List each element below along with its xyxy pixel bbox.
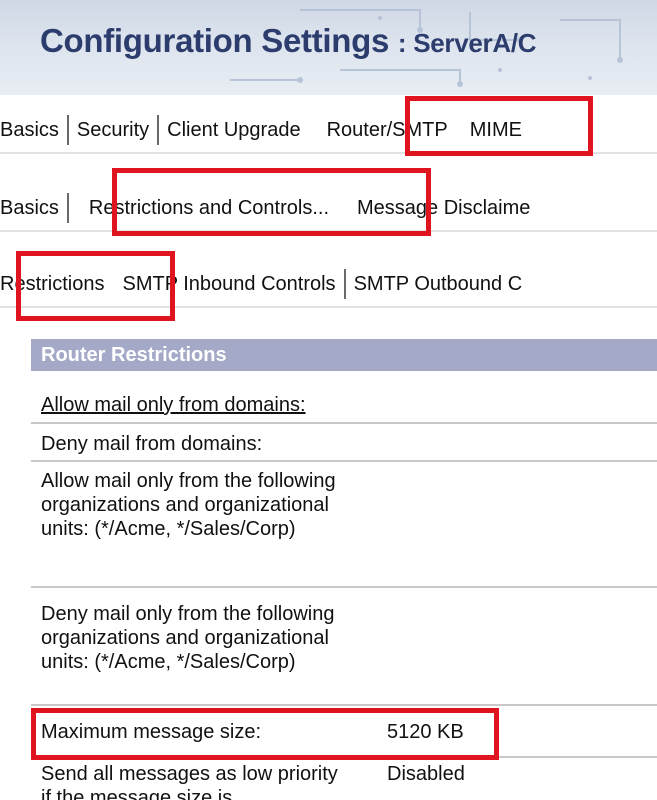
tab-separator [66,193,69,223]
tab-separator [66,115,69,145]
field-row-deny-organizations: Deny mail only from the following organi… [31,590,657,706]
field-row-deny-domains: Deny mail from domains: [31,426,657,462]
field-label: Deny mail from domains: [41,433,263,455]
tab-separator [157,115,160,145]
field-label: Allow mail only from the following organ… [41,470,336,540]
max-message-size-value: 5120 KB [387,721,464,743]
restrictions-subtab-row: Restrictions SMTP Inbound Controls SMTP … [0,264,528,304]
tab-row-divider [0,152,657,154]
tab-separator [343,269,346,299]
field-value: Disabled [387,763,465,785]
subtab-restrictions-and-controls[interactable]: Restrictions and Controls... [83,197,335,220]
tab-client-upgrade[interactable]: Client Upgrade [161,119,306,142]
section-header-router-restrictions: Router Restrictions [31,339,657,371]
router-subtab-row: Basics Restrictions and Controls... Mess… [0,188,536,228]
page-title-text: Configuration Settings [40,22,390,59]
field-label[interactable]: Allow mail only from domains: [41,388,371,417]
tab-security[interactable]: Security [71,119,155,142]
tab-router-smtp[interactable]: Router/SMTP [321,119,454,142]
section-title: Router Restrictions [41,344,227,366]
page-title: Configuration Settings : ServerA/C [40,22,537,60]
subtab-smtp-inbound-controls[interactable]: SMTP Inbound Controls [116,273,341,296]
field-label: Maximum message size: [41,721,262,743]
subtab-basics[interactable]: Basics [0,197,65,220]
tab-row-divider [0,230,657,232]
main-tab-row: Basics Security Client Upgrade Router/SM… [0,110,528,150]
field-row-allow-domains: Allow mail only from domains: [31,388,657,424]
tab-row-divider [0,306,657,308]
field-row-maximum-message-size: Maximum message size: 5120 KB [31,708,657,758]
subtab-message-disclaimer[interactable]: Message Disclaime [351,197,536,220]
field-label: Deny mail only from the following organi… [41,603,335,673]
header-banner: Configuration Settings : ServerA/C [0,0,657,95]
tab-mime[interactable]: MIME [464,119,528,142]
field-row-low-priority: Send all messages as low priority if the… [31,760,657,800]
field-row-allow-organizations: Allow mail only from the following organ… [31,464,657,588]
subtab-smtp-outbound-controls[interactable]: SMTP Outbound C [348,273,529,296]
server-name: : ServerA/C [397,28,537,58]
subtab-restrictions[interactable]: Restrictions [0,273,110,296]
field-label: Send all messages as low priority if the… [41,763,338,800]
tab-basics[interactable]: Basics [0,119,65,142]
